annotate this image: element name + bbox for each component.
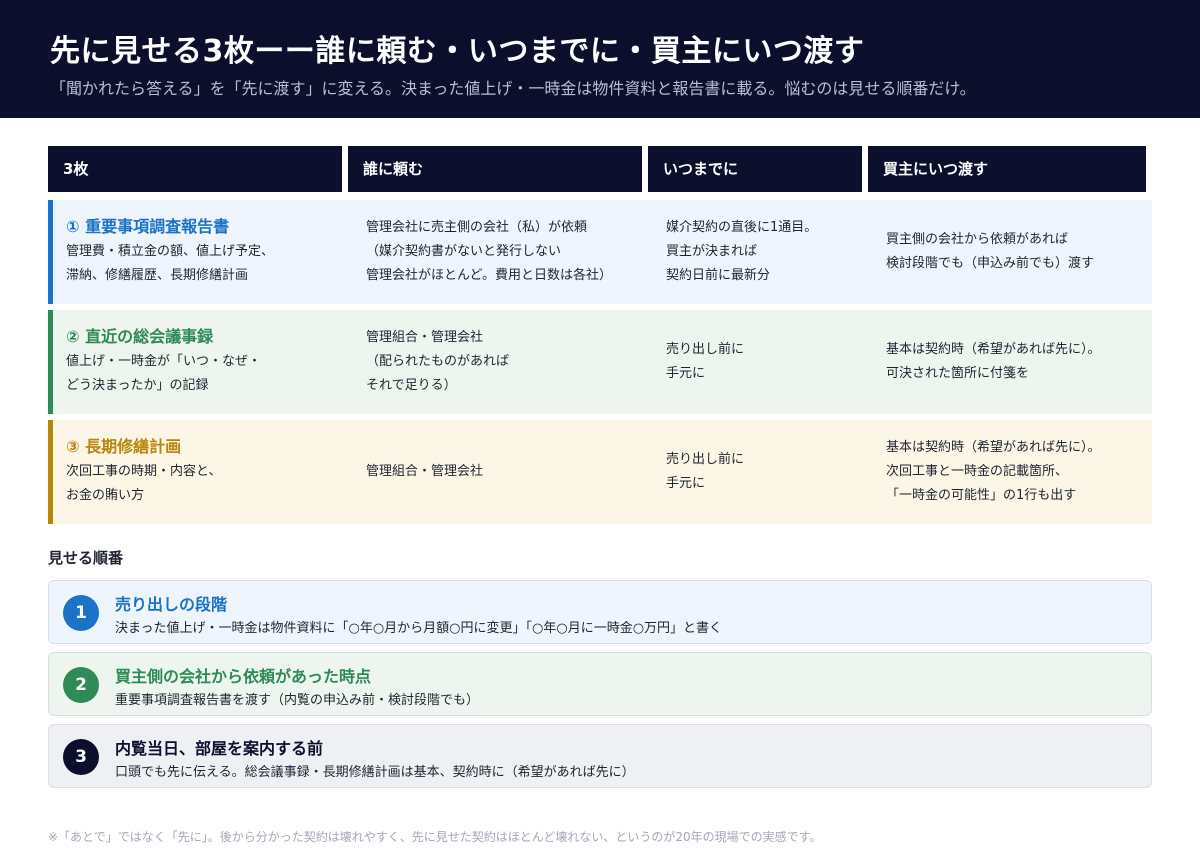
step-number-badge: 1 (63, 595, 99, 631)
column-header-documents: 3枚 (48, 146, 342, 192)
step-number-badge: 3 (63, 739, 99, 775)
column-header-when: いつまでに (648, 146, 862, 192)
row-accent-bar (48, 310, 53, 414)
step-desc: 決まった値上げ・一時金は物件資料に「○年○月から月額○円に変更」「○年○月に一時… (115, 621, 723, 636)
document-cell: ③ 長期修繕計画 次回工事の時期・内容と、 お金の賄い方 (66, 420, 346, 524)
document-cell: ① 重要事項調査報告書 管理費・積立金の額、値上げ予定、 滞納、修繕履歴、長期修… (66, 200, 346, 304)
give-line: 検討段階でも（申込み前でも）渡す (886, 256, 1095, 271)
document-desc-line: 値上げ・一時金が「いつ・なぜ・ (66, 354, 262, 369)
row-accent-bar (48, 200, 53, 304)
when-cell: 媒介契約の直後に1通目。 買主が決まれば 契約日前に最新分 (666, 200, 876, 304)
order-step: 1 売り出しの段階 決まった値上げ・一時金は物件資料に「○年○月から月額○円に変… (48, 580, 1152, 644)
step-desc: 口頭でも先に伝える。総会議事録・長期修繕計画は基本、契約時に（希望があれば先に） (115, 765, 635, 780)
who-line: 管理会社がほとんど。費用と日数は各社） (366, 268, 612, 283)
who-cell: 管理組合・管理会社 (366, 420, 656, 524)
document-desc-line: 次回工事の時期・内容と、 (66, 464, 222, 479)
give-line: 「一時金の可能性」の1行も出す (886, 488, 1077, 503)
give-line: 次回工事と一時金の記載箇所、 (886, 464, 1069, 479)
when-line: 手元に (666, 476, 706, 491)
step-title: 内覧当日、部屋を案内する前 (115, 739, 324, 758)
who-cell: 管理会社に売主側の会社（私）が依頼 （媒介契約書がないと発行しない 管理会社がほ… (366, 200, 656, 304)
give-cell: 基本は契約時（希望があれば先に）。 次回工事と一時金の記載箇所、 「一時金の可能… (886, 420, 1146, 524)
document-title: ③ 長期修繕計画 (66, 437, 182, 456)
step-title: 買主側の会社から依頼があった時点 (115, 667, 372, 686)
footnote: ※「あとで」ではなく「先に」。後から分かった契約は壊れやすく、先に見せた契約はほ… (48, 830, 822, 844)
who-line: 管理組合・管理会社 (366, 330, 484, 345)
step-title: 売り出しの段階 (115, 595, 228, 614)
page-header: 先に見せる3枚ーー誰に頼む・いつまでに・買主にいつ渡す 「聞かれたら答える」を「… (0, 0, 1200, 118)
page-title: 先に見せる3枚ーー誰に頼む・いつまでに・買主にいつ渡す (50, 34, 865, 69)
when-line: 売り出し前に (666, 342, 745, 357)
page-subtitle: 「聞かれたら答える」を「先に渡す」に変える。決まった値上げ・一時金は物件資料と報… (50, 79, 976, 98)
document-desc-line: お金の賄い方 (66, 488, 145, 503)
give-line: 基本は契約時（希望があれば先に）。 (886, 440, 1101, 455)
row-accent-bar (48, 420, 53, 524)
table-row: ② 直近の総会議事録 値上げ・一時金が「いつ・なぜ・ どう決まったか」の記録 管… (48, 310, 1152, 414)
give-line: 買主側の会社から依頼があれば (886, 232, 1069, 247)
give-line: 基本は契約時（希望があれば先に）。 (886, 342, 1101, 357)
when-cell: 売り出し前に 手元に (666, 310, 876, 414)
document-desc-line: 滞納、修繕履歴、長期修繕計画 (66, 268, 249, 283)
table-row: ① 重要事項調査報告書 管理費・積立金の額、値上げ予定、 滞納、修繕履歴、長期修… (48, 200, 1152, 304)
who-line: 管理組合・管理会社 (366, 464, 484, 479)
who-line: それで足りる） (366, 378, 457, 393)
step-number-badge: 2 (63, 667, 99, 703)
give-line: 可決された箇所に付箋を (886, 366, 1030, 381)
column-header-give: 買主にいつ渡す (868, 146, 1146, 192)
document-cell: ② 直近の総会議事録 値上げ・一時金が「いつ・なぜ・ どう決まったか」の記録 (66, 310, 346, 414)
who-line: 管理会社に売主側の会社（私）が依頼 (366, 220, 588, 235)
column-header-who: 誰に頼む (348, 146, 642, 192)
when-cell: 売り出し前に 手元に (666, 420, 876, 524)
give-cell: 基本は契約時（希望があれば先に）。 可決された箇所に付箋を (886, 310, 1146, 414)
document-desc-line: 管理費・積立金の額、値上げ予定、 (66, 244, 275, 259)
when-line: 契約日前に最新分 (666, 268, 771, 283)
step-desc: 重要事項調査報告書を渡す（内覧の申込み前・検討段階でも） (115, 693, 480, 708)
order-step: 2 買主側の会社から依頼があった時点 重要事項調査報告書を渡す（内覧の申込み前・… (48, 652, 1152, 716)
when-line: 売り出し前に (666, 452, 745, 467)
who-line: （配られたものがあれば (366, 354, 510, 369)
who-cell: 管理組合・管理会社 （配られたものがあれば それで足りる） (366, 310, 656, 414)
order-step: 3 内覧当日、部屋を案内する前 口頭でも先に伝える。総会議事録・長期修繕計画は基… (48, 724, 1152, 788)
document-title: ① 重要事項調査報告書 (66, 217, 230, 236)
order-section-title: 見せる順番 (48, 549, 124, 567)
when-line: 手元に (666, 366, 706, 381)
table-row: ③ 長期修繕計画 次回工事の時期・内容と、 お金の賄い方 管理組合・管理会社 売… (48, 420, 1152, 524)
document-desc-line: どう決まったか」の記録 (66, 378, 209, 393)
when-line: 媒介契約の直後に1通目。 (666, 220, 818, 235)
document-title: ② 直近の総会議事録 (66, 327, 214, 346)
when-line: 買主が決まれば (666, 244, 758, 259)
give-cell: 買主側の会社から依頼があれば 検討段階でも（申込み前でも）渡す (886, 200, 1146, 304)
who-line: （媒介契約書がないと発行しない (366, 244, 562, 259)
